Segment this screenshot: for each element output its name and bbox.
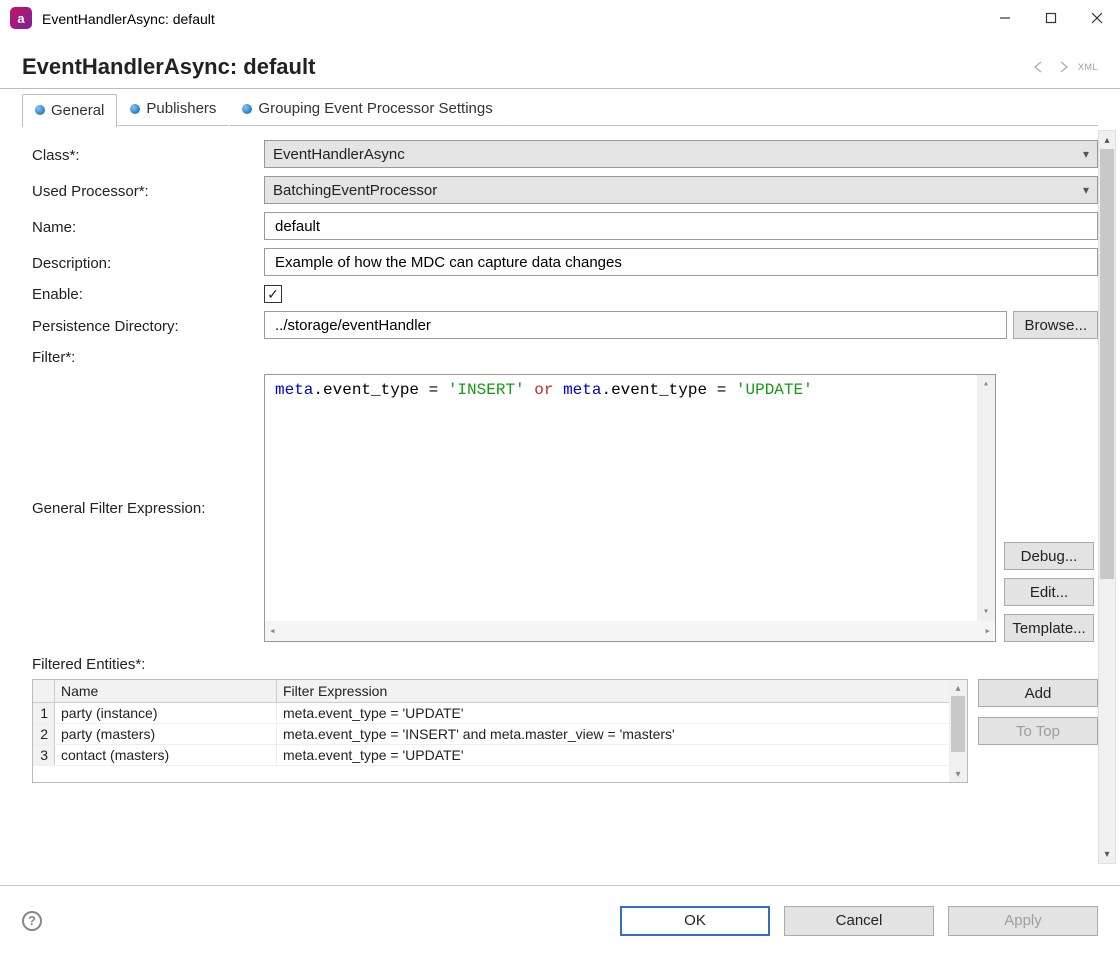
tab-label: Grouping Event Processor Settings	[258, 100, 492, 117]
name-input-field[interactable]	[273, 217, 1089, 236]
combo-value: EventHandlerAsync	[273, 146, 405, 163]
used-processor-combo[interactable]: BatchingEventProcessor ▾	[264, 176, 1098, 204]
cancel-button[interactable]: Cancel	[784, 906, 934, 936]
enable-label: Enable:	[32, 284, 264, 303]
persistence-dir-label: Persistence Directory:	[32, 316, 264, 335]
row-expr: meta.event_type = 'INSERT' and meta.mast…	[277, 724, 967, 744]
filter-expression-editor[interactable]: meta.event_type = 'INSERT' or meta.event…	[264, 374, 996, 642]
used-processor-label: Used Processor*:	[32, 181, 264, 200]
maximize-button[interactable]	[1028, 0, 1074, 36]
nav-back-icon[interactable]	[1030, 60, 1048, 74]
filtered-entities-table[interactable]: Name Filter Expression 1 party (instance…	[32, 679, 968, 783]
form-panel: Class*: EventHandlerAsync ▾ Used Process…	[0, 126, 1120, 869]
name-input[interactable]	[264, 212, 1098, 240]
add-button[interactable]: Add	[978, 679, 1098, 707]
minimize-button[interactable]	[982, 0, 1028, 36]
class-label: Class*:	[32, 145, 264, 164]
persistence-dir-field[interactable]	[273, 316, 998, 335]
code-vertical-scrollbar[interactable]: ▴▾	[977, 375, 995, 621]
class-combo[interactable]: EventHandlerAsync ▾	[264, 140, 1098, 168]
tab-grouping[interactable]: Grouping Event Processor Settings	[229, 93, 505, 126]
filtered-entities-label: Filtered Entities*:	[32, 656, 1098, 673]
browse-button[interactable]: Browse...	[1013, 311, 1098, 339]
enable-checkbox[interactable]: ✓	[264, 285, 282, 303]
window-title: EventHandlerAsync: default	[42, 9, 982, 27]
bullet-icon	[130, 104, 140, 114]
close-button[interactable]	[1074, 0, 1120, 36]
form-vertical-scrollbar[interactable]: ▴ ▾	[1098, 130, 1116, 864]
xml-view-button[interactable]: XML	[1078, 63, 1098, 72]
filter-label: Filter*:	[32, 347, 264, 366]
page-header: EventHandlerAsync: default XML	[0, 36, 1120, 89]
persistence-dir-input[interactable]	[264, 311, 1007, 339]
ok-button[interactable]: OK	[620, 906, 770, 936]
help-icon[interactable]: ?	[22, 911, 42, 931]
app-icon: a	[10, 7, 32, 29]
to-top-button[interactable]: To Top	[978, 717, 1098, 745]
description-input-field[interactable]	[273, 253, 1089, 272]
code-horizontal-scrollbar[interactable]: ◂▸	[265, 621, 995, 641]
template-button[interactable]: Template...	[1004, 614, 1094, 642]
row-number: 2	[33, 724, 55, 744]
tab-publishers[interactable]: Publishers	[117, 93, 229, 126]
row-expr: meta.event_type = 'UPDATE'	[277, 703, 967, 723]
table-row[interactable]: 2 party (masters) meta.event_type = 'INS…	[33, 724, 967, 745]
row-name: party (instance)	[55, 703, 277, 723]
tab-general[interactable]: General	[22, 94, 117, 127]
table-vertical-scrollbar[interactable]: ▴ ▾	[949, 680, 967, 782]
row-name: party (masters)	[55, 724, 277, 744]
row-number: 1	[33, 703, 55, 723]
row-name: contact (masters)	[55, 745, 277, 765]
edit-button[interactable]: Edit...	[1004, 578, 1094, 606]
apply-button[interactable]: Apply	[948, 906, 1098, 936]
description-label: Description:	[32, 253, 264, 272]
row-number: 3	[33, 745, 55, 765]
debug-button[interactable]: Debug...	[1004, 542, 1094, 570]
table-header-name: Name	[55, 680, 277, 702]
titlebar: a EventHandlerAsync: default	[0, 0, 1120, 36]
chevron-down-icon: ▾	[1083, 147, 1089, 161]
tab-label: Publishers	[146, 100, 216, 117]
nav-forward-icon[interactable]	[1054, 60, 1072, 74]
general-filter-expr-label: General Filter Expression:	[32, 374, 264, 642]
description-input[interactable]	[264, 248, 1098, 276]
bullet-icon	[242, 104, 252, 114]
code-content[interactable]: meta.event_type = 'INSERT' or meta.event…	[265, 375, 995, 621]
table-header-rownum	[33, 680, 55, 702]
name-label: Name:	[32, 217, 264, 236]
table-row[interactable]: 1 party (instance) meta.event_type = 'UP…	[33, 703, 967, 724]
combo-value: BatchingEventProcessor	[273, 182, 437, 199]
table-row[interactable]: 3 contact (masters) meta.event_type = 'U…	[33, 745, 967, 766]
bullet-icon	[35, 105, 45, 115]
tab-label: General	[51, 102, 104, 119]
row-expr: meta.event_type = 'UPDATE'	[277, 745, 967, 765]
table-header-expr: Filter Expression	[277, 680, 967, 702]
page-title: EventHandlerAsync: default	[22, 54, 1030, 80]
chevron-down-icon: ▾	[1083, 183, 1089, 197]
dialog-footer: ? OK Cancel Apply	[0, 885, 1120, 955]
tabs: General Publishers Grouping Event Proces…	[0, 89, 1120, 126]
